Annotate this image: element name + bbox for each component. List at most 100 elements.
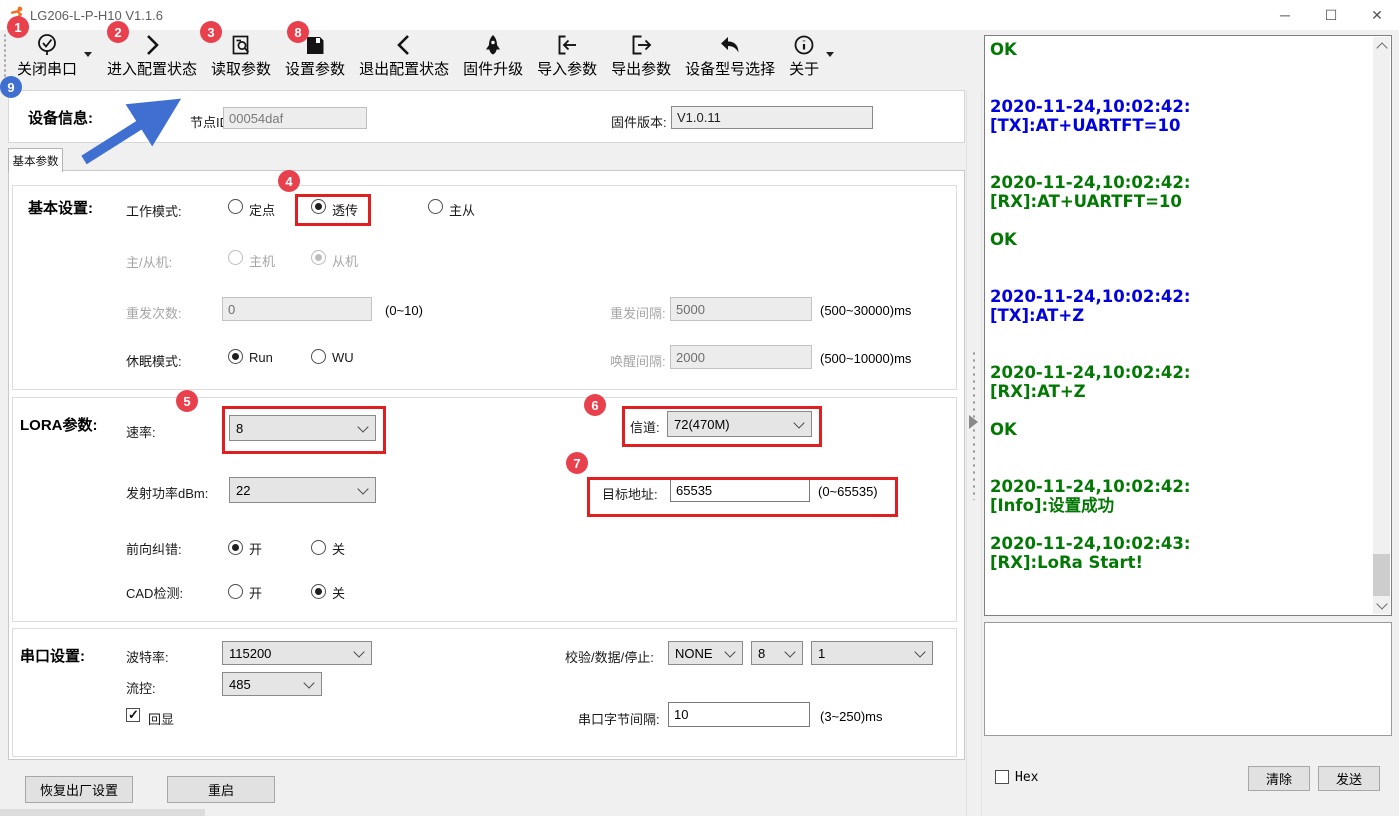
fec-radio-on[interactable] xyxy=(228,540,243,555)
maximize-button[interactable]: ☐ xyxy=(1308,0,1354,30)
log-panel[interactable]: OK 2020-11-24,10:02:42:[TX]:AT+UARTFT=10… xyxy=(984,35,1392,616)
toolbar-button-device-model-select[interactable]: 设备型号选择 xyxy=(678,30,782,79)
send-button[interactable]: 发送 xyxy=(1318,766,1380,791)
step-badge-4: 4 xyxy=(278,170,300,192)
info-icon xyxy=(792,33,816,57)
chevron-down-icon xyxy=(357,421,368,432)
stop-bits-select[interactable]: 1 xyxy=(811,641,933,665)
sleep-mode-option-label: Run xyxy=(249,350,273,365)
rate-select[interactable]: 8 xyxy=(229,415,376,441)
sleep-mode-radio-wu[interactable] xyxy=(311,349,326,364)
echo-checkbox[interactable] xyxy=(126,708,140,722)
step-badge-2: 2 xyxy=(107,21,129,43)
tx-power-select[interactable]: 22 xyxy=(229,477,376,503)
slave-option-label: 从机 xyxy=(332,251,358,270)
flow-control-select[interactable]: 485 xyxy=(222,672,322,696)
cad-option-label: 关 xyxy=(332,583,345,602)
channel-label: 信道: xyxy=(630,417,660,436)
lora-params-title: LORA参数: xyxy=(20,414,98,435)
fec-option-label: 开 xyxy=(249,539,262,558)
toolbar-label: 导入参数 xyxy=(537,58,597,79)
hscrollbar[interactable] xyxy=(0,809,205,816)
log-line: [RX]:AT+UARTFT=10 xyxy=(990,192,1369,211)
step-badge-9: 9 xyxy=(0,76,22,98)
toolbar-button-exit-config[interactable]: 退出配置状态 xyxy=(352,30,456,79)
chevron-down-icon xyxy=(724,646,735,657)
reboot-button[interactable]: 重启 xyxy=(167,776,275,803)
log-line: OK xyxy=(990,40,1369,59)
log-line xyxy=(990,78,1369,97)
tx-power-label: 发射功率dBm: xyxy=(126,483,208,502)
firmware-version-field[interactable] xyxy=(671,106,873,129)
log-line xyxy=(990,154,1369,173)
master-option-label: 主机 xyxy=(249,251,275,270)
sleep-mode-radio-run[interactable] xyxy=(228,349,243,364)
parity-value: NONE xyxy=(675,646,713,661)
minimize-button[interactable]: ─ xyxy=(1262,0,1308,30)
wake-interval-label: 唤醒间隔: xyxy=(610,351,666,370)
step-badge-3: 3 xyxy=(200,21,222,43)
log-scrollbar[interactable] xyxy=(1373,37,1390,614)
log-line: 2020-11-24,10:02:42: xyxy=(990,97,1369,116)
master-radio xyxy=(228,250,243,265)
resend-count-field xyxy=(222,297,372,321)
data-bits-select[interactable]: 8 xyxy=(751,641,803,665)
log-output[interactable]: OK 2020-11-24,10:02:42:[TX]:AT+UARTFT=10… xyxy=(990,40,1369,613)
scroll-up-button[interactable] xyxy=(1373,37,1390,54)
channel-select[interactable]: 72(470M) xyxy=(667,411,812,437)
toolbar-button-about[interactable]: 关于 xyxy=(782,30,826,79)
baud-select[interactable]: 115200 xyxy=(222,641,372,665)
byte-interval-field[interactable] xyxy=(668,702,810,727)
cad-radio-off[interactable] xyxy=(311,584,326,599)
parity-select[interactable]: NONE xyxy=(668,641,743,665)
factory-reset-button[interactable]: 恢复出厂设置 xyxy=(25,776,133,803)
target-address-label: 目标地址: xyxy=(602,484,658,503)
scrollbar-thumb[interactable] xyxy=(1373,554,1390,596)
work-mode-option-label: 主从 xyxy=(449,200,475,219)
tab-basic-params[interactable]: 基本参数 xyxy=(8,148,63,172)
chevron-down-icon xyxy=(784,646,795,657)
toolbar-gripper[interactable] xyxy=(3,33,7,77)
echo-label: 回显 xyxy=(148,709,174,728)
target-address-range: (0~65535) xyxy=(818,484,878,499)
toolbar-label: 设备型号选择 xyxy=(685,58,775,79)
about-dropdown-caret[interactable] xyxy=(826,52,834,57)
step-badge-1: 1 xyxy=(7,16,29,38)
flow-control-label: 流控: xyxy=(126,678,156,697)
toolbar-label: 关闭串口 xyxy=(17,58,77,79)
cad-radio-on[interactable] xyxy=(228,584,243,599)
toolbar-label: 固件升级 xyxy=(463,58,523,79)
node-id-field[interactable] xyxy=(223,107,367,129)
chevron-down-icon xyxy=(303,677,314,688)
rate-value: 8 xyxy=(236,421,243,436)
hex-checkbox[interactable] xyxy=(995,770,1009,784)
resend-count-label: 重发次数: xyxy=(126,303,182,322)
log-line xyxy=(990,515,1369,534)
import-icon xyxy=(555,33,579,57)
stop-bits-value: 1 xyxy=(818,646,825,661)
scroll-down-button[interactable] xyxy=(1373,597,1390,614)
toolbar-button-firmware-upgrade[interactable]: 固件升级 xyxy=(456,30,530,79)
log-line: [RX]:LoRa Start! xyxy=(990,553,1369,572)
log-line: OK xyxy=(990,420,1369,439)
toolbar-label: 导出参数 xyxy=(611,58,671,79)
log-line xyxy=(990,59,1369,78)
work-mode-radio-fixed[interactable] xyxy=(228,199,243,214)
log-line xyxy=(990,325,1369,344)
work-mode-radio-transparent[interactable] xyxy=(311,199,326,214)
clear-button[interactable]: 清除 xyxy=(1248,766,1310,791)
fec-radio-off[interactable] xyxy=(311,540,326,555)
annotation-arrow xyxy=(62,96,192,168)
log-line: 2020-11-24,10:02:42: xyxy=(990,477,1369,496)
toolbar-button-import-params[interactable]: 导入参数 xyxy=(530,30,604,79)
close-serial-dropdown-caret[interactable] xyxy=(84,52,92,57)
splitter-collapse-arrow-icon[interactable] xyxy=(969,415,978,429)
flow-control-value: 485 xyxy=(229,677,251,692)
log-line: [RX]:AT+Z xyxy=(990,382,1369,401)
target-address-field[interactable] xyxy=(670,479,810,502)
send-input-area[interactable] xyxy=(984,622,1392,736)
work-mode-radio-master-slave[interactable] xyxy=(428,199,443,214)
toolbar-button-export-params[interactable]: 导出参数 xyxy=(604,30,678,79)
close-button[interactable]: ✕ xyxy=(1354,0,1399,30)
fec-option-label: 关 xyxy=(332,539,345,558)
